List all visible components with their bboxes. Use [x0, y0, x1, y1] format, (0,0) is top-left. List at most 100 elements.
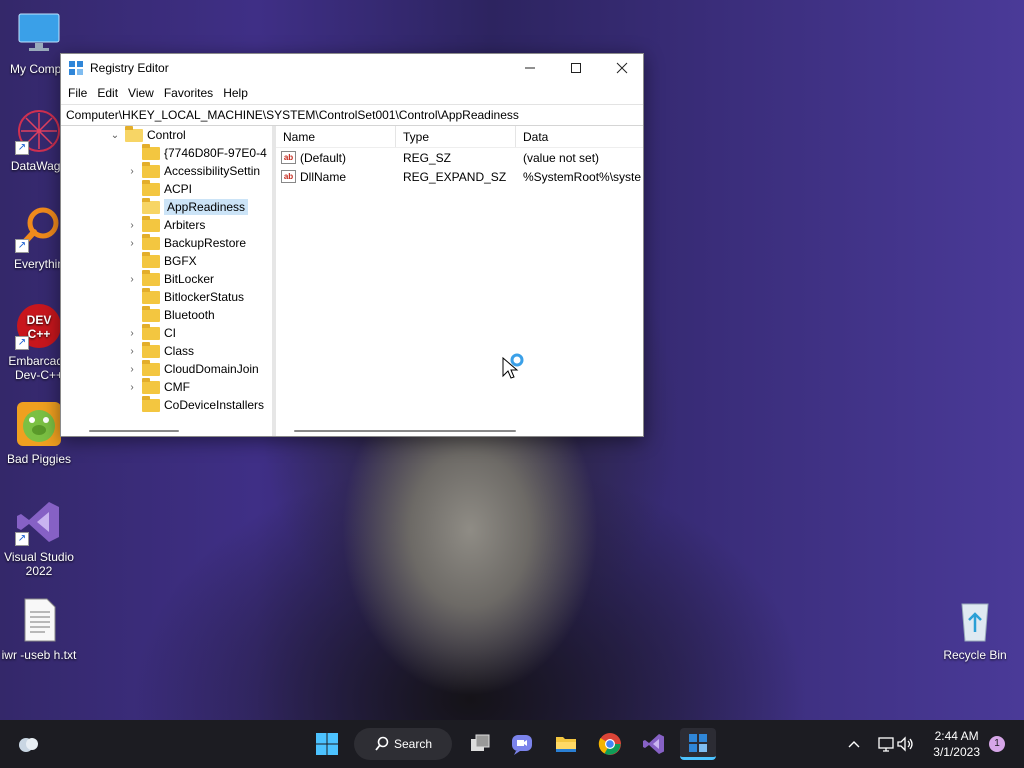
value-row[interactable]: ab (Default) REG_SZ (value not set): [276, 148, 643, 167]
menu-edit[interactable]: Edit: [92, 86, 123, 100]
menu-bar: File Edit View Favorites Help: [61, 82, 643, 104]
notification-badge[interactable]: 1: [989, 736, 1005, 752]
folder-icon: [142, 215, 160, 232]
desktop-icon-label: iwr -useb h.txt: [1, 648, 77, 662]
folder-icon: [142, 179, 160, 196]
minimize-icon: [525, 67, 535, 69]
file-explorer-button[interactable]: [548, 728, 584, 760]
tree-item[interactable]: › Arbiters: [126, 215, 206, 234]
svg-text:DEV: DEV: [27, 313, 52, 327]
key-tree-pane[interactable]: ⌄ Control {7746D80F-97E0-4 › Accessibili…: [61, 126, 276, 436]
taskbar: Search 2:44 AM 3/1/2023 1: [0, 720, 1024, 768]
string-value-icon: ab: [281, 170, 296, 183]
minimize-button[interactable]: [507, 54, 553, 82]
values-horizontal-scrollbar[interactable]: [294, 430, 516, 432]
tree-horizontal-scrollbar[interactable]: [89, 430, 179, 432]
desktop-icon-label: Bad Piggies: [6, 452, 72, 466]
tree-item-label: Class: [164, 344, 195, 358]
address-bar[interactable]: Computer\HKEY_LOCAL_MACHINE\SYSTEM\Contr…: [61, 104, 643, 126]
desktop-icon-visual-studio[interactable]: ↗ Visual Studio 2022: [0, 498, 79, 578]
tree-item[interactable]: Bluetooth: [126, 305, 215, 324]
chevron-right-icon[interactable]: ›: [126, 364, 138, 375]
devcpp-icon: DEV C++ ↗: [15, 302, 63, 350]
tree-item[interactable]: › CI: [126, 323, 176, 342]
tree-item[interactable]: CoDeviceInstallers: [126, 395, 265, 414]
task-view-button[interactable]: [462, 728, 498, 760]
folder-icon: [142, 395, 160, 412]
visual-studio-taskbar-button[interactable]: [636, 728, 672, 760]
tree-item-label: Control: [147, 128, 186, 142]
tree-item[interactable]: BitlockerStatus: [126, 287, 244, 306]
chevron-down-icon[interactable]: ⌄: [109, 130, 121, 141]
task-view-icon: [471, 734, 490, 751]
scroll-thumb[interactable]: [273, 164, 275, 188]
busy-cursor-icon: [502, 352, 528, 383]
folder-icon: [142, 287, 160, 304]
values-header: Name Type Data: [276, 126, 643, 148]
column-header-data[interactable]: Data: [516, 126, 643, 147]
title-bar[interactable]: Registry Editor: [61, 54, 643, 82]
tree-item[interactable]: › Class: [126, 341, 195, 360]
tree-item[interactable]: › BitLocker: [126, 269, 214, 288]
tree-item-label: AccessibilitySettin: [164, 164, 261, 178]
tree-item[interactable]: › CMF: [126, 377, 190, 396]
value-name: (Default): [300, 150, 347, 165]
column-header-type[interactable]: Type: [396, 126, 516, 147]
values-pane[interactable]: Name Type Data ab (Default) REG_SZ (value…: [276, 126, 643, 436]
registry-editor-icon: [68, 60, 84, 76]
chevron-right-icon[interactable]: ›: [126, 328, 138, 339]
tree-item[interactable]: › AccessibilitySettin: [126, 161, 261, 180]
chevron-right-icon[interactable]: ›: [126, 274, 138, 285]
taskbar-clock[interactable]: 2:44 AM 3/1/2023: [933, 728, 980, 760]
tree-item[interactable]: ACPI: [126, 179, 192, 198]
search-magnifier-icon: ↗: [15, 205, 63, 253]
taskbar-search-button[interactable]: Search: [354, 728, 452, 760]
maximize-button[interactable]: [553, 54, 599, 82]
value-type: REG_SZ: [403, 150, 452, 165]
chevron-right-icon[interactable]: ›: [126, 220, 138, 231]
clock-date: 3/1/2023: [933, 745, 980, 759]
tree-item[interactable]: BGFX: [126, 251, 197, 270]
visual-studio-icon: ↗: [15, 498, 63, 546]
tree-item-label: Arbiters: [164, 218, 206, 232]
start-button[interactable]: [309, 728, 345, 760]
tree-item[interactable]: › CloudDomainJoin: [126, 359, 259, 378]
tree-item[interactable]: {7746D80F-97E0-4: [126, 143, 267, 162]
registry-editor-taskbar-button[interactable]: [680, 728, 716, 760]
bad-piggies-icon: [15, 400, 63, 448]
tree-item[interactable]: › BackupRestore: [126, 233, 246, 252]
tree-item-label: CloudDomainJoin: [164, 362, 259, 376]
menu-view[interactable]: View: [123, 86, 159, 100]
tree-item-control[interactable]: ⌄ Control: [109, 126, 186, 144]
folder-icon: [142, 359, 160, 376]
chrome-icon: [598, 733, 621, 755]
desktop-icon-label: Visual Studio 2022: [4, 550, 74, 578]
desktop-icon-text-file[interactable]: iwr -useb h.txt: [0, 596, 79, 662]
window-title: Registry Editor: [90, 61, 169, 75]
clock-time: 2:44 AM: [934, 729, 979, 743]
tree-item-label: BGFX: [164, 254, 197, 268]
value-row[interactable]: ab DllName REG_EXPAND_SZ %SystemRoot%\sys…: [276, 167, 643, 186]
weather-widget[interactable]: [10, 728, 46, 760]
desktop-icon-recycle-bin[interactable]: Recycle Bin: [935, 596, 1015, 662]
tree-item-label: CI: [164, 326, 176, 340]
column-header-name[interactable]: Name: [276, 126, 396, 147]
chevron-right-icon[interactable]: ›: [126, 166, 138, 177]
chevron-right-icon[interactable]: ›: [126, 346, 138, 357]
menu-favorites[interactable]: Favorites: [159, 86, 218, 100]
registry-editor-icon: [689, 733, 707, 752]
chevron-right-icon[interactable]: ›: [126, 238, 138, 249]
teams-chat-icon: [512, 735, 532, 755]
menu-file[interactable]: File: [63, 86, 92, 100]
menu-help[interactable]: Help: [218, 86, 253, 100]
system-tray-status[interactable]: [866, 728, 926, 760]
chrome-button[interactable]: [592, 728, 628, 760]
tree-item-selected[interactable]: AppReadiness: [126, 197, 249, 216]
tree-item-label: CoDeviceInstallers: [164, 398, 265, 412]
chat-button[interactable]: [504, 728, 540, 760]
folder-icon: [142, 233, 160, 250]
folder-icon: [142, 143, 160, 160]
close-button[interactable]: [599, 54, 645, 82]
chevron-right-icon[interactable]: ›: [126, 382, 138, 393]
search-label: Search: [393, 737, 433, 751]
